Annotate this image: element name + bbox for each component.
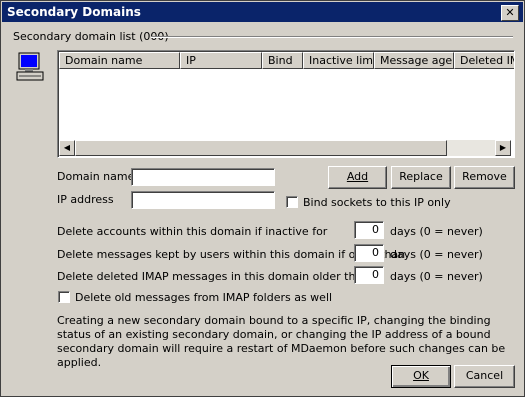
ok-button-label: OK (413, 369, 429, 382)
column-deleted-imap[interactable]: Deleted IM (454, 52, 514, 69)
imap-folders-label: Delete old messages from IMAP folders as… (75, 291, 333, 304)
add-button-label: Add (346, 170, 369, 183)
close-button[interactable]: ✕ (501, 5, 519, 21)
ip-address-input[interactable] (131, 191, 275, 209)
window-title: Secondary Domains (7, 5, 141, 19)
group-divider (151, 36, 513, 38)
remove-button[interactable]: Remove (454, 166, 515, 189)
column-inactive-limit[interactable]: Inactive limit (303, 52, 374, 69)
domain-name-input[interactable] (131, 168, 275, 186)
computer-icon (16, 52, 44, 81)
scroll-left-icon[interactable]: ◀ (59, 140, 75, 156)
replace-button-label: Replace (399, 170, 443, 183)
deleted-imap-input[interactable]: 0 (354, 266, 384, 284)
deleted-imap-unit: days (0 = never) (390, 270, 483, 283)
column-bind[interactable]: Bind (262, 52, 303, 69)
cancel-button[interactable]: Cancel (454, 365, 515, 388)
replace-button[interactable]: Replace (391, 166, 451, 189)
message-age-input[interactable]: 0 (354, 244, 384, 262)
scroll-thumb[interactable] (75, 140, 447, 156)
inactive-days-unit: days (0 = never) (390, 225, 483, 238)
list-header: Domain name IP Bind Inactive limit Messa… (59, 52, 514, 69)
old-messages-label: Delete messages kept by users within thi… (57, 248, 406, 261)
add-button[interactable]: Add (328, 166, 387, 189)
remove-button-label: Remove (462, 170, 507, 183)
bind-sockets-label: Bind sockets to this IP only (303, 196, 451, 209)
column-message-age[interactable]: Message age (374, 52, 454, 69)
domain-list-group-label: Secondary domain list (000) (13, 30, 169, 43)
imap-folders-checkbox[interactable] (58, 291, 70, 303)
secondary-domains-dialog: Secondary Domains ✕ Secondary domain lis… (0, 0, 525, 397)
message-age-unit: days (0 = never) (390, 248, 483, 261)
secondary-domain-list[interactable]: Domain name IP Bind Inactive limit Messa… (57, 50, 515, 158)
inactive-accounts-label: Delete accounts within this domain if in… (57, 225, 328, 238)
domain-name-label: Domain name (57, 170, 135, 183)
restart-note: Creating a new secondary domain bound to… (57, 314, 506, 369)
scroll-right-icon[interactable]: ▶ (495, 140, 511, 156)
ok-button[interactable]: OK (391, 365, 451, 388)
bind-sockets-checkbox[interactable] (286, 196, 298, 208)
deleted-imap-label: Delete deleted IMAP messages in this dom… (57, 270, 370, 283)
column-ip[interactable]: IP (180, 52, 262, 69)
cancel-button-label: Cancel (465, 369, 504, 382)
horizontal-scrollbar[interactable]: ◀ ▶ (59, 140, 511, 156)
title-bar: Secondary Domains ✕ (2, 2, 523, 22)
column-domain-name[interactable]: Domain name (59, 52, 180, 69)
ip-address-label: IP address (57, 193, 114, 206)
inactive-days-input[interactable]: 0 (354, 221, 384, 239)
